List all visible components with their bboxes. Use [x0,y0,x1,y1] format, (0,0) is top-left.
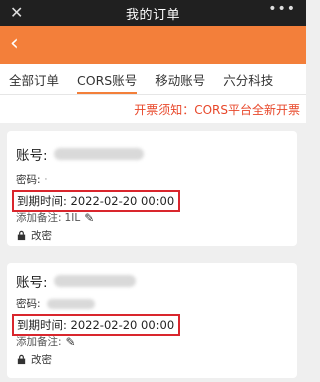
header-bar: ‹ [0,26,306,64]
password-row: 密码: [16,296,95,311]
order-card: 账号: 密码: 到期时间: 2022-02-20 00:00 添加备注: ✎ 改… [7,263,297,378]
lock-icon [17,230,26,241]
password-row: 密码: · [16,172,47,187]
account-label: 账号: [16,275,48,291]
account-row: 账号: [16,271,136,291]
lock-icon [17,354,26,365]
change-password-label: 改密 [31,354,52,366]
expiry-highlight: 到期时间: 2022-02-20 00:00 [12,190,181,212]
expiry-value: 2022-02-20 00:00 [70,318,175,332]
password-label: 密码: [16,298,41,310]
expiry-label: 到期时间: [17,194,67,208]
expiry-row: 到期时间: 2022-02-20 00:00 [12,190,181,212]
page-title: 我的订单 [125,7,180,23]
change-password-button[interactable]: 改密 [16,352,52,367]
expiry-row: 到期时间: 2022-02-20 00:00 [12,314,181,336]
tab-liufen-tech[interactable]: 六分科技 [214,64,282,94]
password-value-blurred [46,298,95,309]
password-value: · [44,174,48,185]
expiry-label: 到期时间: [17,318,67,332]
password-label: 密码: [16,174,41,186]
edit-icon[interactable]: ✎ [84,211,94,225]
close-icon[interactable]: ✕ [10,3,23,22]
order-card: 账号: 密码: · 到期时间: 2022-02-20 00:00 添加备注: 1… [7,131,297,246]
invoice-notice[interactable]: 开票须知：CORS平台全新开票 [0,95,306,123]
tab-cors-account[interactable]: CORS账号 [68,64,146,94]
more-icon[interactable]: ••• [268,1,296,17]
account-row: 账号: [16,144,144,164]
order-tabs: 全部订单 CORS账号 移动账号 六分科技 [0,64,306,95]
tab-mobile-account[interactable]: 移动账号 [146,64,214,94]
note-row: 添加备注: 1IL ✎ [16,210,94,225]
account-label: 账号: [16,148,48,164]
note-label: 添加备注: [16,336,62,348]
account-value-blurred [53,275,136,287]
change-password-label: 改密 [31,230,52,242]
note-label: 添加备注: [16,212,62,224]
change-password-button[interactable]: 改密 [16,228,52,243]
back-icon[interactable]: ‹ [10,32,19,56]
tab-all-orders[interactable]: 全部订单 [0,64,68,94]
account-value-blurred [53,148,144,160]
note-value: 1IL [64,211,81,224]
note-row: 添加备注: ✎ [16,334,76,349]
edit-icon[interactable]: ✎ [66,335,76,349]
expiry-highlight: 到期时间: 2022-02-20 00:00 [12,314,181,336]
expiry-value: 2022-02-20 00:00 [70,194,175,208]
app-titlebar: ✕ 我的订单 ••• [0,0,306,26]
